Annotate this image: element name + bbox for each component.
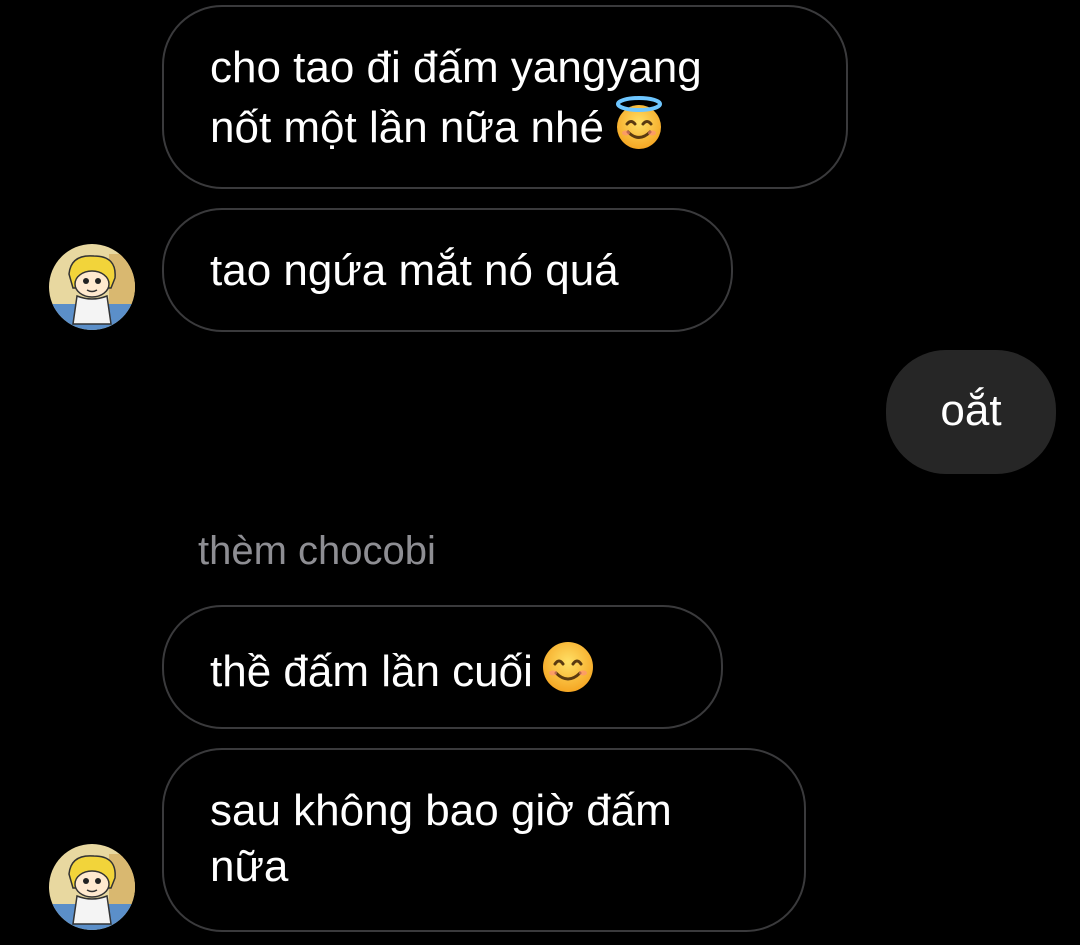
message-text: tao ngứa mắt nó quá xyxy=(210,246,619,295)
sender-label: thèm chocobi xyxy=(198,529,436,573)
message-text: thề đấm lần cuối xyxy=(210,647,533,696)
message-text: sau không bao giờ đấm nữa xyxy=(210,786,672,891)
message-text: oắt xyxy=(940,386,1002,435)
avatar[interactable] xyxy=(49,844,135,930)
cartoon-avatar-icon xyxy=(49,844,135,930)
message-bubble[interactable]: sau không bao giờ đấm nữa xyxy=(162,748,806,932)
cartoon-avatar-icon xyxy=(49,244,135,330)
message-bubble[interactable]: cho tao đi đấm yangyang nốt một lần nữa … xyxy=(162,5,848,189)
message-bubble[interactable]: tao ngứa mắt nó quá xyxy=(162,208,733,332)
avatar[interactable] xyxy=(49,244,135,330)
smiling-face-with-halo-icon xyxy=(615,96,662,149)
message-bubble-sent[interactable]: oắt xyxy=(886,350,1056,474)
smiling-face-icon xyxy=(542,642,593,692)
message-bubble[interactable]: thề đấm lần cuối xyxy=(162,605,723,729)
